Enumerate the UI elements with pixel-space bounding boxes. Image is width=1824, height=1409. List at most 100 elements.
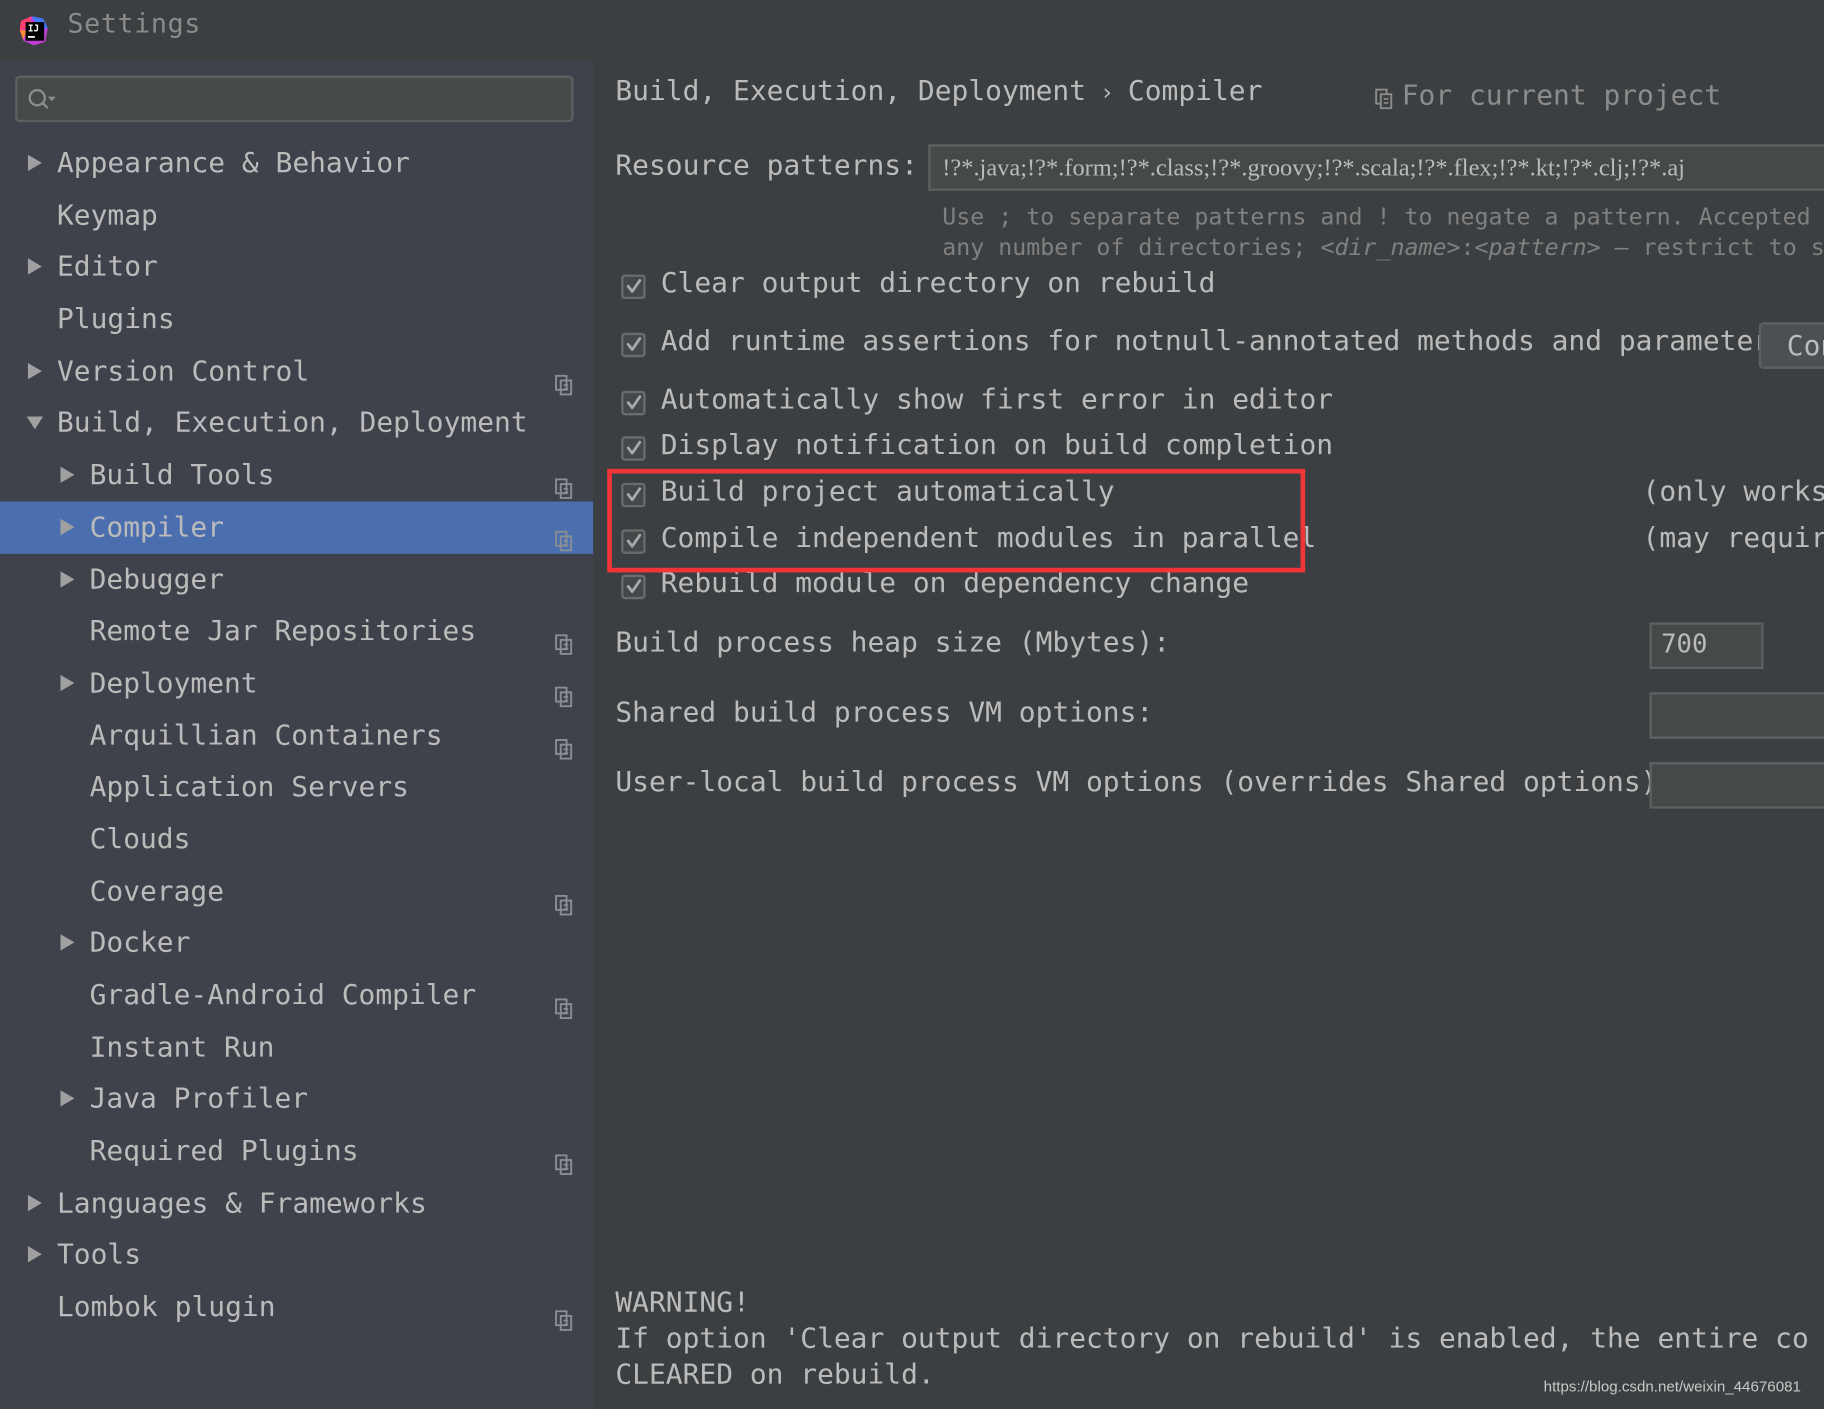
chevron-right-icon[interactable]: [58, 1073, 77, 1125]
sidebar-item-label: Build Tools: [89, 458, 275, 492]
checkmark-icon: [626, 279, 642, 293]
sidebar-item-label: Gradle-Android Compiler: [89, 978, 477, 1012]
sidebar-item-instant-run[interactable]: Instant Run: [0, 1021, 593, 1073]
sidebar-item-appearance-behavior[interactable]: Appearance & Behavior: [0, 137, 593, 189]
chevron-right-icon[interactable]: [26, 241, 45, 293]
chevron-right-icon[interactable]: [58, 657, 77, 709]
sidebar-item-label: Application Servers: [89, 770, 409, 804]
sidebar-item-label: Editor: [57, 250, 158, 284]
chevron-right-icon[interactable]: [26, 345, 45, 397]
chevron-right-icon[interactable]: [58, 917, 77, 969]
shared-vm-options-label: Shared build process VM options:: [615, 695, 1154, 729]
project-scope-icon: [1375, 88, 1393, 110]
build-automatically-note: (only works: [1642, 474, 1824, 508]
checkmark-icon: [626, 395, 642, 410]
project-scope-icon: [554, 360, 575, 396]
sidebar-item-label: Appearance & Behavior: [57, 146, 410, 180]
sidebar-item-clouds[interactable]: Clouds: [0, 813, 593, 865]
project-scope-icon: [554, 464, 575, 500]
settings-sidebar: Appearance & Behavior Keymap Editor Plugins…: [0, 60, 594, 1409]
sidebar-item-plugins[interactable]: Plugins: [0, 293, 593, 345]
sidebar-item-java-profiler[interactable]: Java Profiler: [0, 1073, 593, 1125]
sidebar-item-editor[interactable]: Editor: [0, 241, 593, 293]
resource-patterns-label: Resource patterns:: [615, 148, 918, 182]
hint-pattern: <pattern>: [1474, 232, 1601, 261]
sidebar-item-keymap[interactable]: Keymap: [0, 189, 593, 241]
sidebar-item-label: Languages & Frameworks: [57, 1186, 427, 1220]
settings-search-input[interactable]: [15, 75, 574, 123]
window-title: Settings: [67, 9, 201, 40]
chevron-right-icon[interactable]: [58, 501, 77, 553]
project-scope-icon: [554, 1296, 575, 1331]
sidebar-item-version-control[interactable]: Version Control: [0, 345, 593, 397]
user-local-vm-options-label: User-local build process VM options (ove…: [615, 765, 1675, 799]
sidebar-item-label: Tools: [57, 1238, 142, 1272]
hint-dir-name: <dir_name>: [1320, 232, 1461, 261]
warning-message: WARNING! If option 'Clear output director…: [615, 1285, 1808, 1393]
sidebar-item-label: Deployment: [89, 666, 258, 700]
checkmark-icon: [626, 579, 642, 594]
settings-window: IJ Settings Appearance & Behavior Keymap E…: [0, 0, 1824, 1409]
chevron-right-icon[interactable]: [58, 553, 77, 605]
project-scope-icon: [554, 620, 575, 656]
shared-vm-options-input[interactable]: [1649, 692, 1824, 739]
sidebar-item-languages-frameworks[interactable]: Languages & Frameworks: [0, 1177, 593, 1229]
checkmark-icon: [626, 337, 642, 352]
chevron-right-icon[interactable]: [58, 449, 77, 501]
project-scope-icon: [554, 1140, 575, 1175]
sidebar-item-build-tools[interactable]: Build Tools: [0, 449, 593, 501]
clear-output-directory-checkbox[interactable]: [621, 274, 646, 300]
scope-label: For current project: [1401, 79, 1722, 112]
show-first-error-checkbox[interactable]: [621, 390, 646, 416]
intellij-idea-logo-icon: IJ: [19, 16, 48, 46]
rebuild-on-dependency-change-checkbox[interactable]: [621, 574, 646, 600]
sidebar-item-label: Java Profiler: [89, 1082, 309, 1116]
warning-line-1: If option 'Clear output directory on reb…: [615, 1321, 1809, 1355]
sidebar-item-gradle-android-compiler[interactable]: Gradle-Android Compiler: [0, 969, 593, 1021]
sidebar-item-label: Clouds: [89, 822, 191, 856]
configure-annotations-button[interactable]: Con: [1758, 322, 1824, 369]
annotation-highlight-box: [607, 468, 1306, 573]
sidebar-item-label: Debugger: [89, 562, 225, 596]
project-scope-icon: [554, 984, 575, 1019]
hint-colon: :: [1460, 232, 1475, 261]
title-bar: IJ Settings: [0, 0, 1824, 61]
chevron-right-icon[interactable]: [26, 137, 45, 189]
sidebar-item-debugger[interactable]: Debugger: [0, 553, 593, 605]
heap-size-input[interactable]: 700: [1649, 622, 1764, 670]
sidebar-item-build-execution-deployment[interactable]: Build, Execution, Deployment: [0, 397, 593, 449]
project-scope-icon: [554, 724, 575, 760]
user-local-vm-options-input[interactable]: [1649, 762, 1824, 809]
warning-title: WARNING!: [615, 1285, 750, 1319]
sidebar-item-application-servers[interactable]: Application Servers: [0, 761, 593, 813]
sidebar-item-lombok-plugin[interactable]: Lombok plugin: [0, 1281, 593, 1333]
sidebar-item-compiler[interactable]: Compiler: [0, 501, 594, 554]
build-notification-checkbox[interactable]: [621, 436, 646, 461]
resource-patterns-input[interactable]: !?*.java;!?*.form;!?*.class;!?*.groovy;!…: [928, 144, 1824, 191]
sidebar-item-tools[interactable]: Tools: [0, 1229, 593, 1281]
clear-output-directory-label: Clear output directory on rebuild: [660, 266, 1216, 300]
chevron-down-icon[interactable]: [26, 397, 45, 449]
sidebar-item-remote-jar-repositories[interactable]: Remote Jar Repositories: [0, 605, 593, 657]
sidebar-item-label: Plugins: [57, 302, 175, 336]
chevron-right-icon[interactable]: [26, 1229, 45, 1281]
sidebar-item-label: Compiler: [89, 510, 225, 544]
resource-patterns-hint-line1: Use ; to separate patterns and ! to nega…: [942, 202, 1824, 231]
sidebar-item-label: Lombok plugin: [57, 1290, 276, 1324]
settings-tree: Appearance & Behavior Keymap Editor Plugins…: [0, 137, 594, 1333]
sidebar-item-required-plugins[interactable]: Required Plugins: [0, 1125, 593, 1177]
sidebar-item-docker[interactable]: Docker: [0, 917, 593, 969]
breadcrumb: Build, Execution, Deployment › Compiler: [615, 74, 1262, 107]
breadcrumb-separator: ›: [1099, 77, 1114, 106]
add-runtime-assertions-checkbox[interactable]: [621, 332, 646, 358]
chevron-right-icon[interactable]: [26, 1177, 45, 1229]
sidebar-item-arquillian-containers[interactable]: Arquillian Containers: [0, 709, 593, 761]
sidebar-item-coverage[interactable]: Coverage: [0, 865, 593, 917]
project-scope-icon: [554, 880, 575, 916]
resource-patterns-hint-line2: any number of directories; <dir_name>:<p…: [942, 233, 1824, 261]
watermark: https://blog.csdn.net/weixin_44676081: [1543, 1377, 1801, 1396]
sidebar-item-deployment[interactable]: Deployment: [0, 657, 593, 709]
sidebar-item-label: Coverage: [89, 874, 225, 908]
sidebar-item-label: Remote Jar Repositories: [89, 614, 477, 648]
add-runtime-assertions-label: Add runtime assertions for notnull-annot…: [660, 324, 1787, 358]
